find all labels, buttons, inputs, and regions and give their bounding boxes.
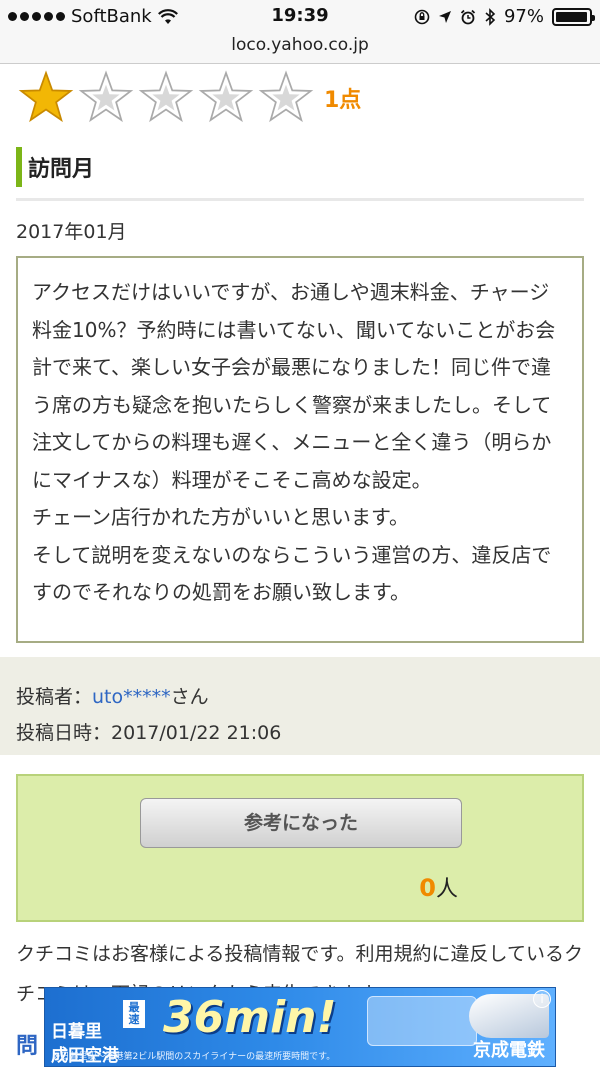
bluetooth-icon bbox=[485, 7, 496, 26]
ad-route-map-icon bbox=[367, 996, 477, 1046]
orientation-lock-icon bbox=[414, 9, 430, 24]
ad-headline: 36min! bbox=[163, 992, 337, 1043]
battery-percent: 97% bbox=[503, 6, 544, 27]
helpful-count-number: 0 bbox=[419, 874, 436, 902]
section-accent-bar bbox=[16, 147, 22, 187]
status-bar: SoftBank 19:39 97% bbox=[0, 0, 600, 34]
location-icon bbox=[438, 10, 451, 23]
visit-date: 2017年01月 bbox=[16, 221, 127, 243]
ad-disclaimer: ※日暮里駅〜空港第2ビル駅間のスカイライナーの最速所要時間です。 bbox=[53, 1052, 336, 1062]
star-empty-icon bbox=[78, 70, 134, 123]
star-empty-icon bbox=[198, 70, 254, 123]
battery-icon bbox=[552, 7, 595, 26]
review-text: アクセスだけはいいですが、お通しや週末料金、チャージ料金10%？予約時には書いて… bbox=[16, 256, 584, 643]
post-date: 2017/01/22 21:06 bbox=[111, 722, 282, 744]
star-empty-icon bbox=[258, 70, 314, 123]
helpful-button[interactable]: 参考になった bbox=[140, 798, 462, 848]
post-date-label: 投稿日時： bbox=[16, 722, 112, 744]
star-filled-icon bbox=[18, 70, 74, 123]
url-text: loco.yahoo.co.jp bbox=[231, 35, 369, 55]
post-date-line: 投稿日時：2017/01/22 21:06 bbox=[16, 715, 584, 751]
star-empty-icon bbox=[138, 70, 194, 123]
helpful-box: 参考になった 0人 bbox=[16, 774, 584, 922]
poster-suffix: さん bbox=[170, 686, 209, 708]
ad-route: 日暮里 成田空港 最速 bbox=[51, 996, 145, 1066]
star-rating: 1点 bbox=[16, 70, 361, 126]
stars bbox=[16, 70, 316, 126]
rating-score: 1点 bbox=[324, 88, 362, 113]
poster-name-link[interactable]: uto***** bbox=[92, 686, 171, 708]
poster-line: 投稿者：uto*****さん bbox=[16, 679, 584, 715]
section-heading: 訪問月 bbox=[16, 145, 584, 201]
poster-label: 投稿者： bbox=[16, 686, 93, 708]
ad-banner[interactable]: 日暮里 成田空港 最速 36min! ※日暮里駅〜空港第2ビル駅間のスカイライナ… bbox=[44, 987, 556, 1067]
alarm-icon bbox=[460, 9, 476, 24]
ad-tag: 最速 bbox=[123, 1000, 145, 1028]
url-bar[interactable]: loco.yahoo.co.jp bbox=[0, 34, 600, 64]
ad-info-icon[interactable]: i bbox=[533, 990, 551, 1008]
helpful-count-unit: 人 bbox=[435, 877, 458, 902]
report-heading[interactable]: 問 bbox=[16, 1028, 38, 1060]
status-right: 97% bbox=[414, 6, 595, 27]
poster-info: 投稿者：uto*****さん 投稿日時：2017/01/22 21:06 bbox=[0, 657, 600, 755]
section-title: 訪問月 bbox=[28, 157, 95, 182]
ad-brand: 京成電鉄 bbox=[473, 1040, 545, 1061]
helpful-count: 0人 bbox=[419, 871, 458, 903]
